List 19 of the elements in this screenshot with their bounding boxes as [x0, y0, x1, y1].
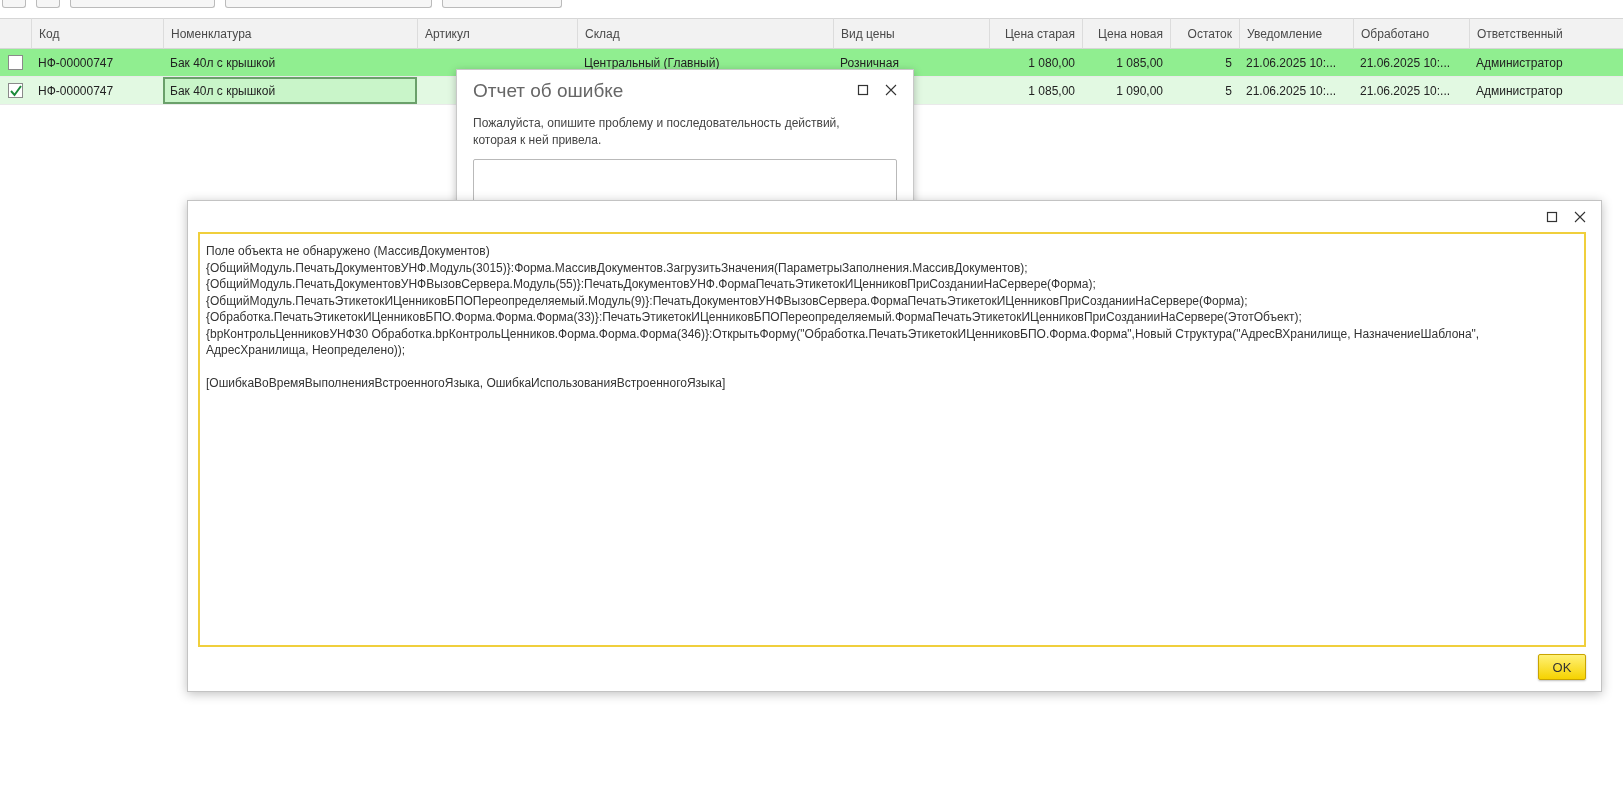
table-cell-text: 21.06.2025 10:... [1245, 82, 1338, 100]
table-cell-text: 21.06.2025 10:... [1359, 82, 1452, 100]
table-cell-text: Администратор [1475, 82, 1564, 100]
table-cell-text: 21.06.2025 10:... [1359, 54, 1452, 72]
table-cell-text: 5 [1224, 82, 1233, 100]
table-cell-text: НФ-00000747 [37, 54, 115, 72]
dialog-title: Отчет об ошибке [473, 79, 624, 102]
table-cell-text: 5 [1224, 54, 1233, 72]
table-cell-text: Центральный (Главный) [583, 54, 721, 72]
table-cell-text: 1 080,00 [1027, 54, 1076, 72]
table-cell-text: 1 090,00 [1115, 82, 1164, 100]
table-cell-text: 1 085,00 [1115, 54, 1164, 72]
table-cell-text: 1 085,00 [1027, 82, 1076, 100]
table-cell-text: 21.06.2025 10:... [1245, 54, 1338, 72]
table-cell-text: НФ-00000747 [37, 82, 115, 100]
description-text: Пожалуйста, опишите проблему и последовательность действий, которая к ней привела. [473, 115, 841, 149]
table-cell-text: Бак 40л с крышкой [169, 54, 277, 72]
table-cell-text: Администратор [1475, 54, 1564, 72]
table-cell-text: Розничная [839, 54, 900, 72]
